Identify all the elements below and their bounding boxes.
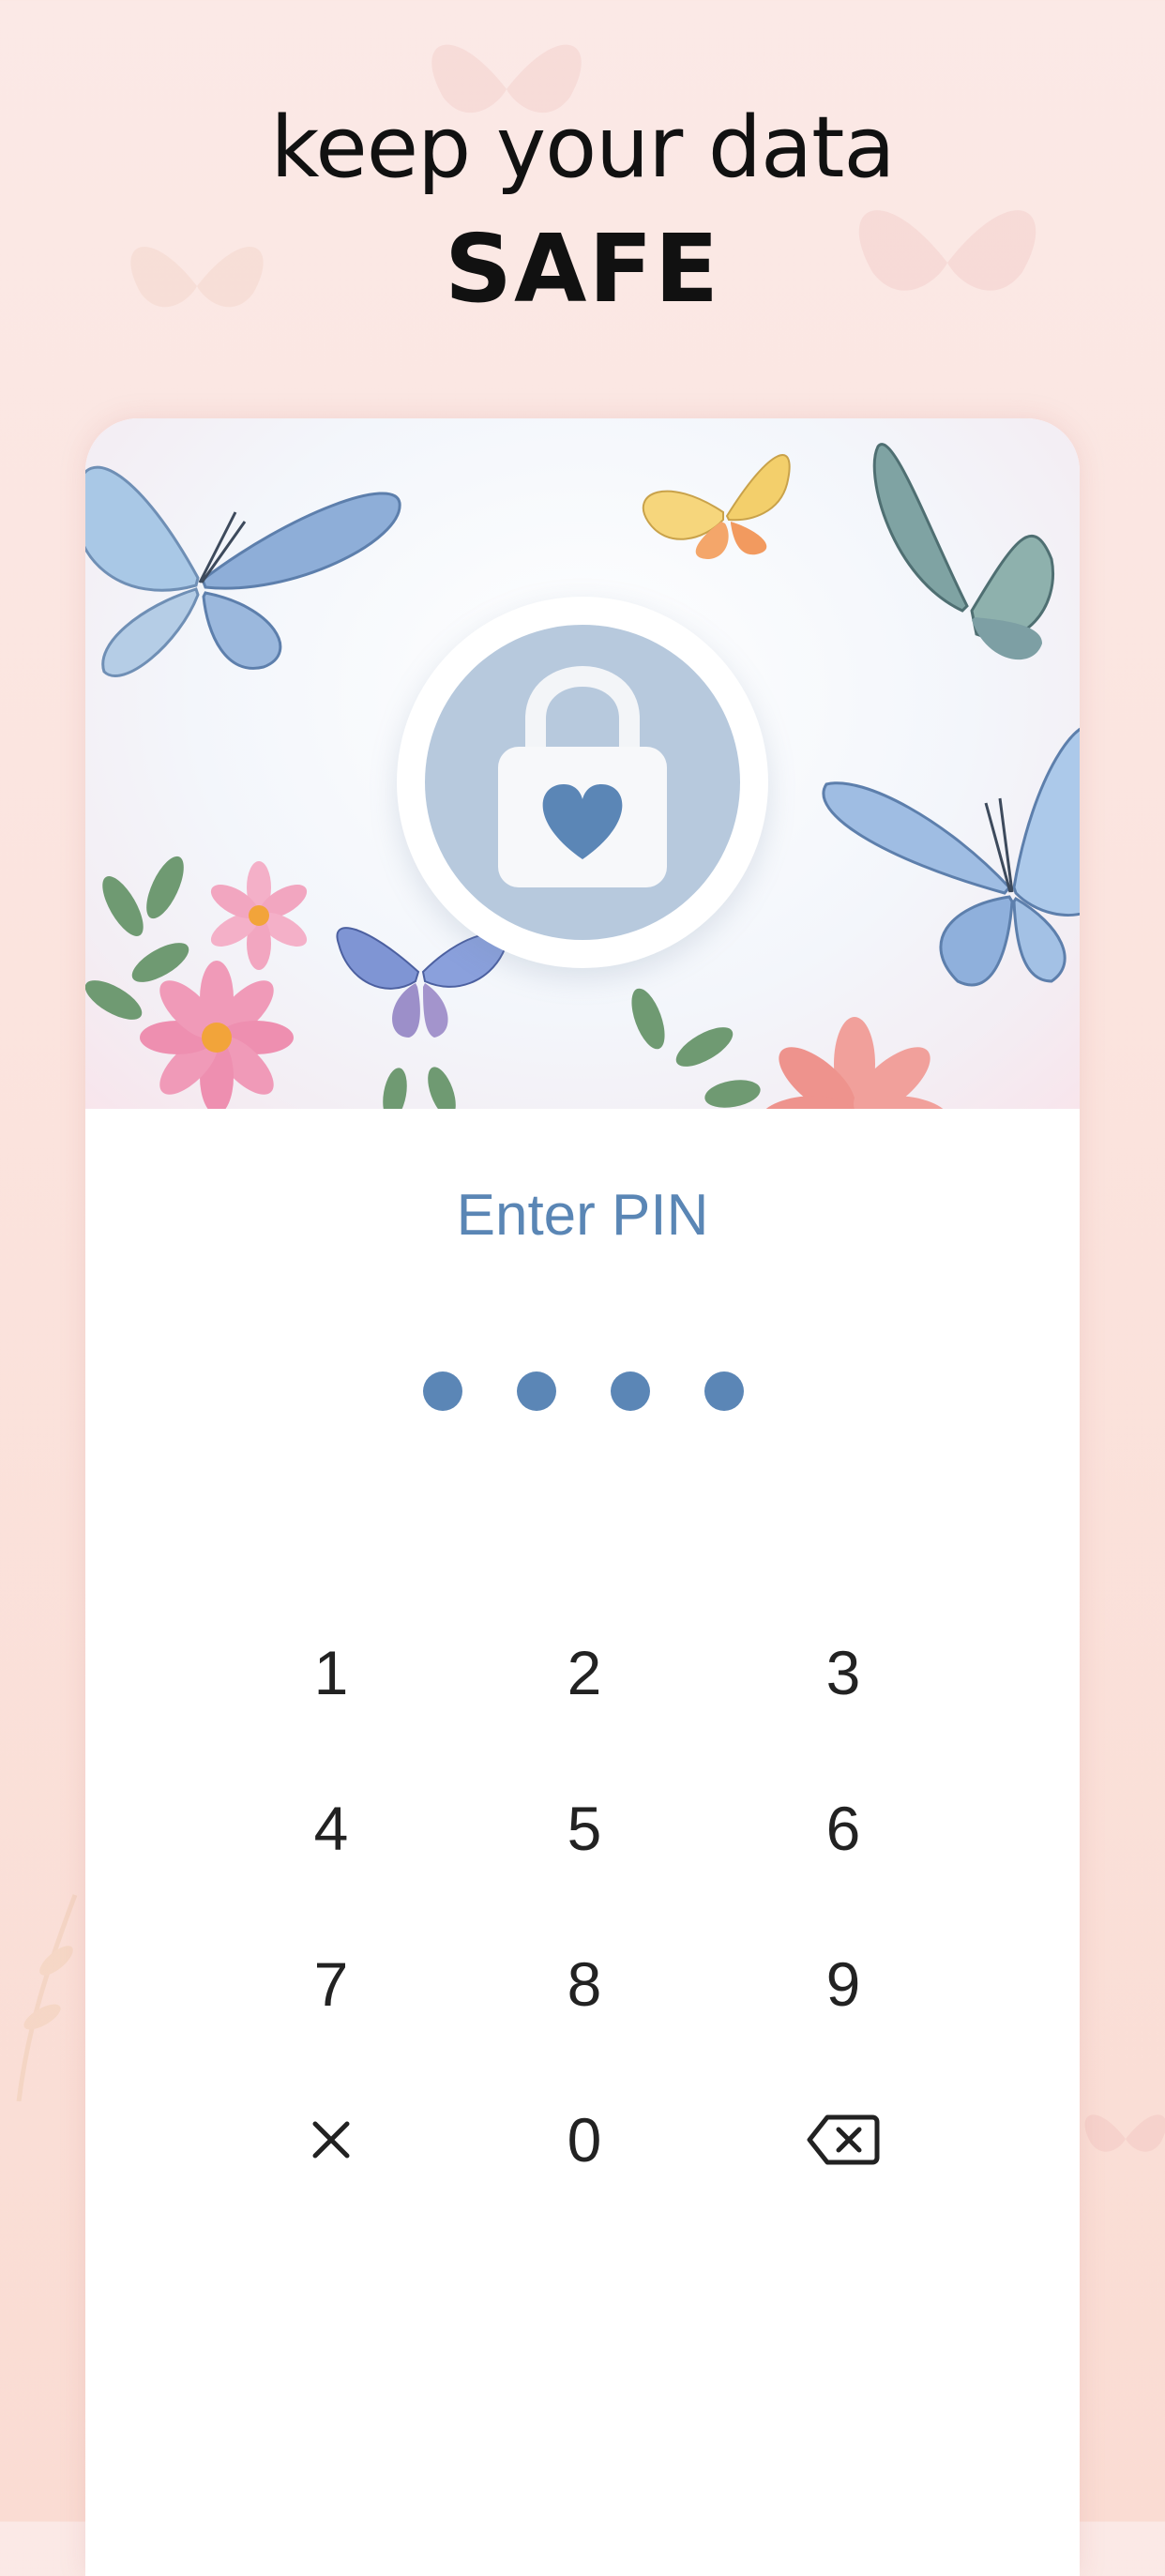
clear-button[interactable] [251, 2079, 411, 2201]
key-0[interactable]: 0 [505, 2079, 664, 2201]
background-butterfly-icon [1084, 2114, 1165, 2152]
backspace-icon [807, 2114, 880, 2165]
headline-line2: SAFE [444, 214, 721, 324]
pin-dot [423, 1371, 462, 1411]
butterfly-banner [85, 418, 1080, 1109]
key-6[interactable]: 6 [764, 1767, 923, 1889]
backspace-button[interactable] [764, 2079, 923, 2201]
close-icon [312, 2121, 350, 2159]
key-3[interactable]: 3 [764, 1612, 923, 1734]
phone-card [85, 418, 1080, 2576]
blue-butterfly-icon [85, 465, 401, 677]
key-8[interactable]: 8 [505, 1923, 664, 2045]
background-flower-icon [16, 1894, 78, 2101]
pin-title: Enter PIN [456, 1183, 709, 1248]
pin-dot [611, 1371, 650, 1411]
lock-circle [425, 625, 740, 940]
yellow-butterfly-icon [642, 454, 791, 559]
lock-heart-icon [498, 666, 667, 887]
key-7[interactable]: 7 [251, 1923, 411, 2045]
pin-dots [0, 1371, 1165, 1413]
key-9[interactable]: 9 [764, 1923, 923, 2045]
blue-butterfly-icon [822, 727, 1080, 987]
pin-dot [517, 1371, 556, 1411]
violet-butterfly-icon [336, 927, 507, 1038]
green-butterfly-icon [872, 443, 1054, 660]
lock-badge [397, 597, 768, 968]
key-4[interactable]: 4 [251, 1767, 411, 1889]
pin-dot [704, 1371, 744, 1411]
key-1[interactable]: 1 [251, 1612, 411, 1734]
key-5[interactable]: 5 [505, 1767, 664, 1889]
headline-line1: keep your data [270, 98, 895, 197]
coral-flower-icon [759, 1017, 950, 1109]
key-2[interactable]: 2 [505, 1612, 664, 1734]
